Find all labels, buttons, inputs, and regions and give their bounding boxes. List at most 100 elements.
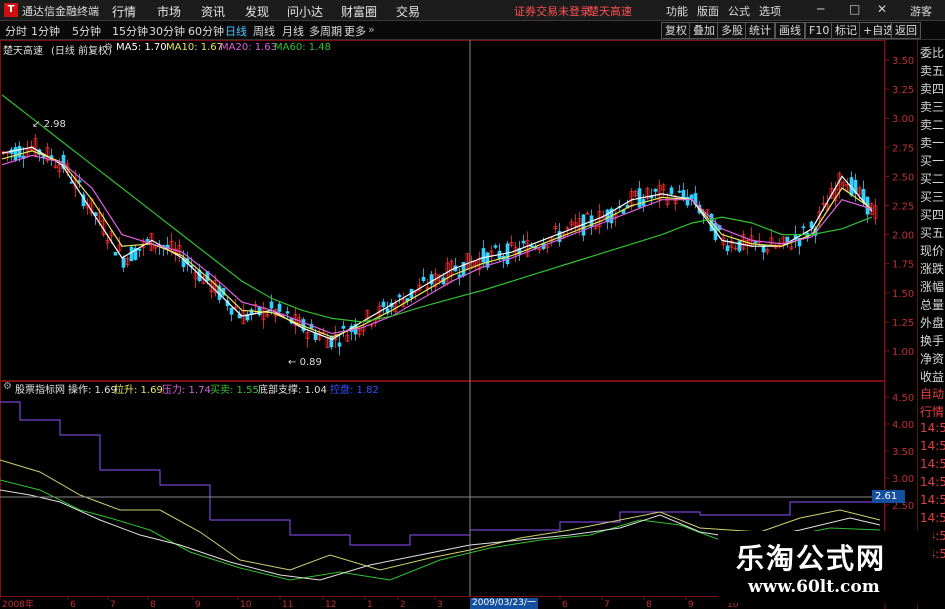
title-bar	[0, 0, 945, 21]
candle-body	[785, 236, 790, 243]
high-value: 2.98	[43, 119, 66, 130]
watermark-url: www.60lt.com	[748, 577, 880, 597]
price-tick-label: 3.00	[892, 114, 914, 125]
candle-body	[689, 194, 694, 199]
f10-button[interactable]: F10	[805, 22, 834, 39]
candle-body	[129, 246, 134, 262]
quote-field-label: 净资	[920, 352, 945, 366]
menu-market[interactable]: 市场	[157, 3, 181, 20]
menu-quotes[interactable]: 行情	[112, 3, 136, 20]
price-tick-label: 3.50	[892, 56, 914, 67]
menu-assistant[interactable]: 问小达	[287, 3, 323, 20]
tick-time-label: 14:50	[920, 421, 945, 435]
close-icon[interactable]: ✕	[877, 2, 887, 16]
multi-stock-button[interactable]: 多股	[717, 22, 747, 39]
candle-body	[113, 252, 118, 256]
maximize-icon[interactable]: □	[849, 2, 860, 16]
quote-field-label: 总量	[920, 298, 945, 312]
date-label: 8	[646, 600, 652, 609]
ind-tick-label: 3.00	[892, 474, 914, 485]
candle-body	[397, 294, 402, 298]
quote-field-label: 换手	[920, 334, 945, 348]
date-label: 11	[282, 600, 293, 609]
quote-field-label: 涨跌	[920, 262, 945, 276]
ind-tick-label: 4.00	[892, 420, 914, 431]
ind-tick-label: 4.50	[892, 393, 914, 404]
overlay-button[interactable]: 叠加	[689, 22, 719, 39]
price-tick-label: 2.00	[892, 231, 914, 242]
back-button[interactable]: 返回	[891, 22, 921, 39]
candle-body	[121, 257, 126, 268]
menu-layout[interactable]: 版面	[697, 3, 719, 19]
candle-body	[13, 147, 18, 161]
price-tick-label: 2.25	[892, 202, 914, 213]
ma-line-ma60	[1, 94, 873, 323]
tick-time-label: 14:50	[920, 475, 945, 489]
date-label: 1	[367, 600, 373, 609]
candle-body	[801, 226, 806, 229]
quote-field-label: 委比	[920, 46, 945, 60]
tab-60min[interactable]: 60分钟	[188, 23, 224, 39]
tab-1min[interactable]: 1分钟	[31, 23, 60, 39]
main-chart-frame	[0, 40, 885, 381]
date-axis-labels: 2008年678910111212345678910	[0, 597, 739, 609]
quote-field-label: 买五	[920, 226, 945, 240]
date-label: 10	[240, 600, 252, 609]
candle-body	[313, 332, 318, 340]
tick-time-label: 自动	[920, 387, 945, 401]
menu-community[interactable]: 财富圈	[341, 3, 377, 20]
stock-name-link[interactable]: 楚天高速	[588, 3, 632, 19]
candle-body	[229, 307, 234, 315]
candle-body	[753, 241, 758, 244]
quote-field-label: 买四	[920, 208, 945, 222]
more-chevron-icon[interactable]: »	[368, 23, 375, 36]
candle-body	[137, 248, 142, 251]
candle-body	[669, 187, 674, 195]
guest-label[interactable]: 游客	[910, 3, 932, 19]
minimize-icon[interactable]: ─	[817, 2, 824, 16]
menu-trade[interactable]: 交易	[396, 3, 420, 20]
menu-news[interactable]: 资讯	[201, 3, 225, 20]
candle-body	[681, 189, 686, 198]
mark-button[interactable]: 标记	[831, 22, 861, 39]
quote-field-label: 涨幅	[920, 280, 945, 294]
price-tick-label: 1.50	[892, 289, 914, 300]
quote-field-label: 收益	[920, 370, 945, 384]
candle-body	[277, 303, 282, 312]
menu-formula[interactable]: 公式	[728, 3, 750, 19]
candle-body	[725, 245, 730, 252]
tab-more[interactable]: 更多	[344, 23, 366, 39]
tab-monthly[interactable]: 月线	[282, 23, 304, 39]
low-value: 0.89	[299, 357, 322, 368]
menu-discover[interactable]: 发现	[245, 3, 269, 20]
app-title: 通达信金融终端	[22, 5, 99, 18]
tab-5min[interactable]: 5分钟	[72, 23, 101, 39]
login-warning[interactable]: 证券交易未登录	[514, 3, 591, 19]
candle-body	[493, 245, 498, 248]
candle-body	[381, 301, 386, 308]
menu-functions[interactable]: 功能	[666, 3, 688, 19]
candle-body	[337, 342, 342, 347]
tab-30min[interactable]: 30分钟	[149, 23, 185, 39]
tab-weekly[interactable]: 周线	[253, 23, 275, 39]
price-tick-label: 2.75	[892, 143, 914, 154]
kline-chart[interactable]: 3.50 3.25 3.00 2.75 2.50 2.25 2.00 1.75 1.50 1.25…	[0, 40, 917, 609]
date-label: 3	[437, 600, 443, 609]
candle-body	[737, 240, 742, 252]
tab-timeshare[interactable]: 分时	[5, 23, 27, 39]
tab-15min[interactable]: 15分钟	[112, 23, 148, 39]
stats-button[interactable]: 统计	[745, 22, 775, 39]
adjust-button[interactable]: 复权	[661, 22, 691, 39]
price-tick-label: 1.00	[892, 347, 914, 358]
draw-button[interactable]: 画线	[775, 22, 805, 39]
menu-options[interactable]: 选项	[759, 3, 781, 19]
candle-body	[341, 325, 346, 329]
tab-multi-period[interactable]: 多周期	[309, 23, 342, 39]
quote-field-label: 买一	[920, 154, 945, 168]
candle-body	[329, 335, 334, 348]
cursor-date-tag: 2009/03/23/一	[470, 598, 538, 609]
candle-body	[257, 306, 262, 316]
tab-daily[interactable]: 日线	[225, 23, 247, 39]
candle-body	[285, 311, 290, 314]
quote-field-label: 买二	[920, 172, 945, 186]
